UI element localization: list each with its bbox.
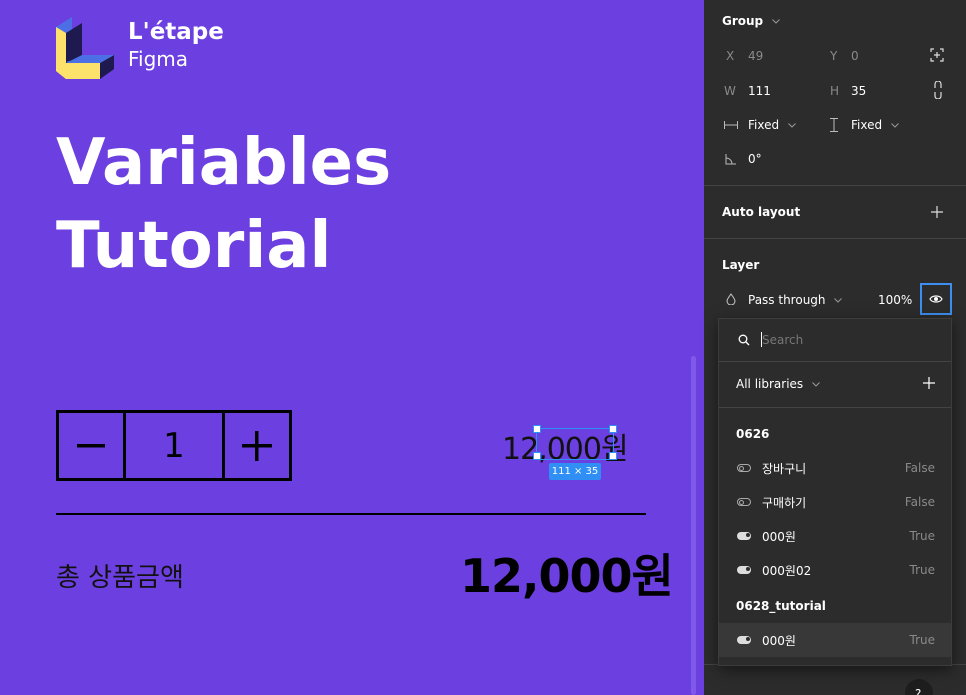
chevron-down-icon [891, 123, 899, 128]
constrain-proportions-icon[interactable] [933, 81, 943, 99]
y-field[interactable]: 0 [851, 49, 859, 63]
variables-dropdown: Search All libraries 0626 장바구니 False 구매하… [718, 318, 952, 666]
variable-value: True [909, 529, 936, 543]
logo-brand: L'étape [128, 19, 224, 45]
blend-mode-value: Pass through [748, 293, 826, 307]
horizontal-resizing-dropdown[interactable]: Fixed [748, 118, 796, 132]
vertical-resizing-value: Fixed [851, 118, 883, 132]
dropdown-divider [719, 407, 951, 408]
plus-icon [242, 430, 272, 461]
vertical-resizing-icon [830, 118, 838, 132]
quantity-value: 1 [126, 413, 225, 478]
absolute-position-icon[interactable] [930, 48, 944, 62]
w-label: W [724, 84, 736, 98]
layer-title: Layer [722, 258, 760, 272]
search-input[interactable]: Search [762, 333, 803, 347]
selection-box[interactable] [536, 428, 614, 460]
resize-handle-bl[interactable] [533, 452, 541, 460]
boolean-variable-icon [737, 636, 751, 644]
resize-handle-br[interactable] [609, 452, 617, 460]
resize-handle-tr[interactable] [609, 425, 617, 433]
vertical-resizing-dropdown[interactable]: Fixed [851, 118, 899, 132]
boolean-variable-icon [737, 498, 751, 506]
variable-value: True [909, 633, 936, 647]
x-label: X [726, 49, 735, 63]
variable-group-heading: 0628_tutorial [736, 599, 826, 613]
library-filter-dropdown[interactable]: All libraries [736, 377, 820, 391]
width-field[interactable]: 111 [748, 84, 771, 98]
h-label: H [830, 84, 840, 98]
panel-divider [704, 238, 966, 239]
layer-visibility-button[interactable] [920, 283, 952, 315]
hero-line-2: Tutorial [56, 209, 332, 283]
hero-line-1: Variables [56, 126, 392, 200]
layer-opacity-field[interactable]: 100% [878, 293, 912, 307]
search-icon [738, 334, 750, 346]
chevron-down-icon [772, 19, 781, 24]
library-filter-row[interactable]: All libraries [719, 362, 951, 406]
increment-button[interactable] [225, 413, 289, 478]
variable-name: 장바구니 [762, 462, 807, 476]
variable-item[interactable]: 000원 True [719, 623, 951, 657]
variable-value: False [904, 495, 935, 509]
chevron-down-icon [812, 382, 820, 387]
total-value: 12,000원 [460, 549, 674, 603]
decrement-button[interactable] [59, 413, 126, 478]
total-label: 총 상품금액 [56, 563, 184, 593]
variable-item[interactable]: 구매하기 False [719, 485, 951, 519]
horizontal-resizing-value: Fixed [748, 118, 780, 132]
horizontal-resizing-icon [724, 121, 738, 129]
boolean-variable-icon [737, 464, 751, 472]
canvas-scrollbar[interactable] [691, 356, 696, 695]
chevron-down-icon [788, 123, 796, 128]
variable-value: True [909, 563, 936, 577]
divider-line [56, 513, 646, 515]
library-filter-value: All libraries [736, 377, 804, 391]
blend-mode-dropdown[interactable]: Pass through [748, 293, 843, 307]
rotation-icon [725, 154, 736, 165]
selection-size-badge: 111 × 35 [549, 463, 601, 480]
boolean-variable-icon [737, 532, 751, 540]
resize-handle-tl[interactable] [533, 425, 541, 433]
variable-item[interactable]: 000원02 True [719, 553, 951, 587]
eye-icon [929, 295, 943, 303]
variable-item[interactable]: 000원 True [719, 519, 951, 553]
auto-layout-title: Auto layout [722, 205, 801, 219]
variable-group-heading: 0626 [736, 427, 770, 441]
variable-value: False [904, 461, 935, 475]
height-field[interactable]: 35 [851, 84, 866, 98]
hero-title: Variables Tutorial [56, 122, 391, 288]
variable-name: 000원 [762, 634, 796, 648]
group-dropdown[interactable]: Group [722, 14, 781, 28]
rotation-field[interactable]: 0° [748, 152, 762, 166]
blend-mode-drop-icon [726, 293, 736, 305]
logo-wordmark: L'étape Figma [128, 19, 224, 71]
y-label: Y [830, 49, 838, 63]
letape-logo-icon [56, 17, 114, 79]
variable-search-bar[interactable]: Search [719, 319, 951, 361]
boolean-variable-icon [737, 566, 751, 574]
variable-name: 000원02 [762, 564, 812, 578]
design-canvas[interactable]: L'étape Figma Variables Tutorial 1 12,00… [0, 0, 704, 695]
quantity-stepper[interactable]: 1 [56, 410, 292, 481]
variable-name: 구매하기 [762, 496, 807, 510]
add-variable-icon[interactable] [923, 377, 935, 389]
x-field[interactable]: 49 [748, 49, 763, 63]
add-auto-layout-icon[interactable] [931, 206, 943, 218]
panel-divider [704, 185, 966, 186]
minus-icon [77, 443, 105, 447]
svg-text:?: ? [915, 687, 921, 695]
logo-sub: Figma [128, 47, 189, 71]
help-button-icon[interactable]: ? [904, 678, 934, 695]
variable-item[interactable]: 장바구니 False [719, 451, 951, 485]
variable-name: 000원 [762, 530, 796, 544]
group-title: Group [722, 14, 764, 28]
chevron-down-icon [834, 298, 843, 303]
